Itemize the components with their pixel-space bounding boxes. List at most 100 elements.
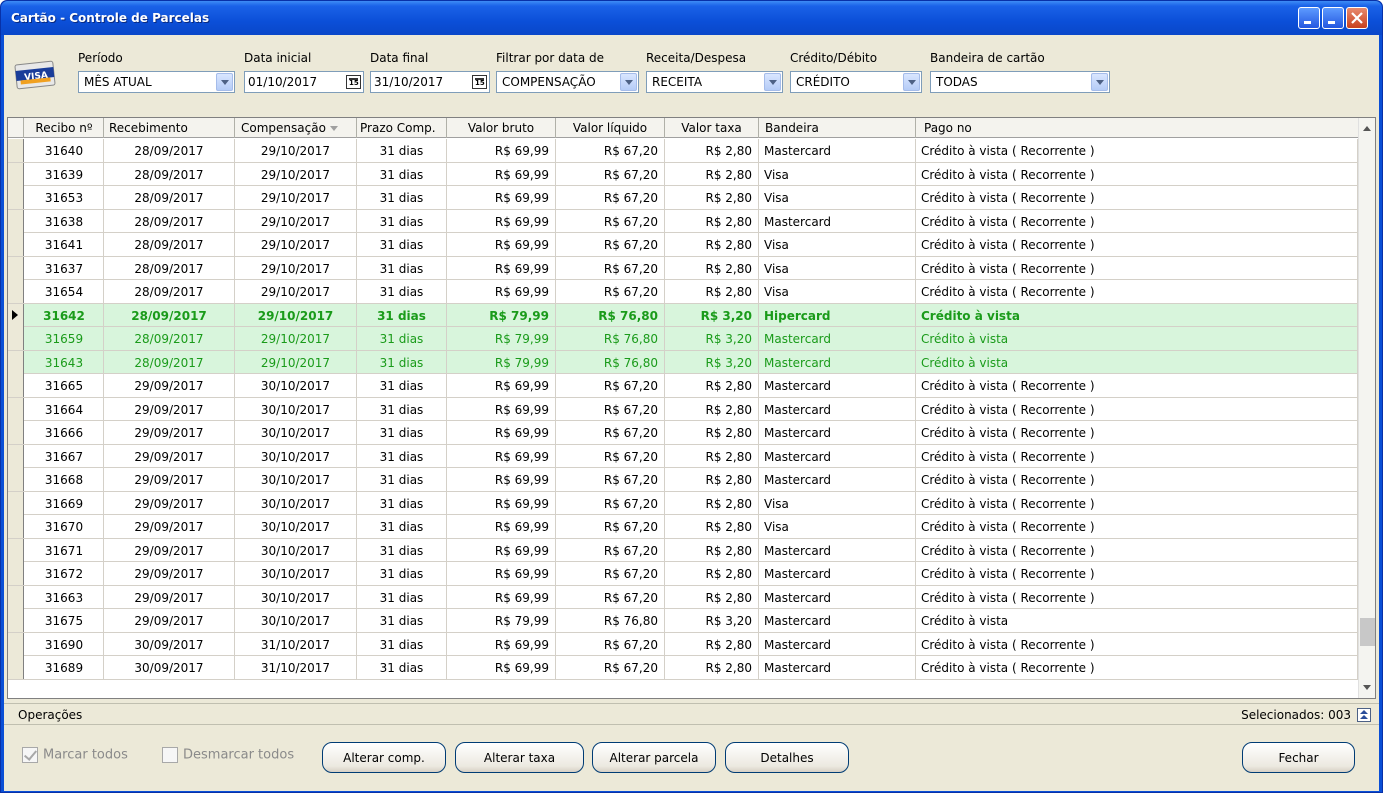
chevron-down-icon[interactable] bbox=[903, 73, 920, 91]
row-indicator[interactable] bbox=[8, 515, 24, 538]
table-row[interactable]: 31666 29/09/2017 30/10/2017 31 dias R$ 69,99… bbox=[8, 421, 1358, 445]
table-row[interactable]: 31670 29/09/2017 30/10/2017 31 dias R$ 69,99… bbox=[8, 515, 1358, 539]
table-row[interactable]: 31659 28/09/2017 29/10/2017 31 dias R$ 79,99… bbox=[8, 327, 1358, 351]
scroll-thumb[interactable] bbox=[1360, 618, 1375, 646]
col-recibo[interactable]: Recibo nº bbox=[25, 118, 104, 138]
row-indicator[interactable] bbox=[8, 585, 24, 609]
cell-receb: 30/09/2017 bbox=[104, 656, 235, 679]
col-valor-taxa[interactable]: Valor taxa bbox=[665, 118, 759, 138]
chevron-down-icon[interactable] bbox=[764, 73, 781, 91]
row-indicator[interactable] bbox=[8, 562, 24, 585]
row-indicator[interactable] bbox=[8, 609, 24, 632]
row-indicator[interactable] bbox=[8, 209, 24, 233]
current-row-arrow-icon[interactable] bbox=[8, 303, 24, 327]
window-title: Cartão - Controle de Parcelas bbox=[11, 11, 210, 25]
table-row[interactable]: 31690 30/09/2017 31/10/2017 31 dias R$ 69,99… bbox=[8, 632, 1358, 656]
maximize-button[interactable] bbox=[1322, 7, 1344, 29]
detalhes-button[interactable]: Detalhes bbox=[725, 742, 849, 773]
row-indicator[interactable] bbox=[8, 468, 24, 491]
cell-recibo: 31665 bbox=[25, 374, 104, 397]
checkbox-unchecked-icon bbox=[162, 747, 178, 763]
table-row[interactable]: 31663 29/09/2017 30/10/2017 31 dias R$ 69,99… bbox=[8, 585, 1358, 609]
col-compensacao-label: Compensação bbox=[241, 121, 326, 135]
table-row[interactable]: 31637 28/09/2017 29/10/2017 31 dias R$ 69,99… bbox=[8, 256, 1358, 280]
bandeira-select[interactable]: TODAS bbox=[930, 71, 1110, 93]
data-inicial-field[interactable]: 01/10/2017 bbox=[244, 71, 364, 93]
desmarcar-todos-checkbox[interactable]: Desmarcar todos bbox=[162, 747, 294, 763]
row-indicator[interactable] bbox=[8, 162, 24, 186]
row-indicator[interactable] bbox=[8, 280, 24, 303]
col-compensacao[interactable]: Compensação bbox=[235, 118, 357, 138]
close-icon bbox=[1351, 12, 1363, 24]
cell-liquido: R$ 67,20 bbox=[556, 186, 665, 209]
table-row[interactable]: 31667 29/09/2017 30/10/2017 31 dias R$ 69,99… bbox=[8, 444, 1358, 468]
table-row[interactable]: 31672 29/09/2017 30/10/2017 31 dias R$ 69,99… bbox=[8, 562, 1358, 586]
table-row[interactable]: 31669 29/09/2017 30/10/2017 31 dias R$ 69,99… bbox=[8, 491, 1358, 515]
vertical-scrollbar[interactable] bbox=[1358, 118, 1375, 698]
collapse-up-icon[interactable] bbox=[1357, 708, 1371, 722]
table-row[interactable]: 31665 29/09/2017 30/10/2017 31 dias R$ 69,99… bbox=[8, 374, 1358, 398]
filtrar-por-select[interactable]: COMPENSAÇÃO bbox=[496, 71, 639, 93]
minimize-button[interactable] bbox=[1298, 7, 1320, 29]
table-row[interactable]: 31641 28/09/2017 29/10/2017 31 dias R$ 69,99… bbox=[8, 233, 1358, 257]
col-prazo[interactable]: Prazo Comp. bbox=[357, 118, 447, 138]
cell-pago: Crédito à vista ( Recorrente ) bbox=[916, 656, 1358, 679]
chevron-down-icon[interactable] bbox=[1091, 73, 1108, 91]
cell-pago: Crédito à vista ( Recorrente ) bbox=[916, 491, 1358, 515]
fechar-button[interactable]: Fechar bbox=[1242, 742, 1355, 773]
row-indicator[interactable] bbox=[8, 491, 24, 515]
table-row[interactable]: 31638 28/09/2017 29/10/2017 31 dias R$ 69,99… bbox=[8, 209, 1358, 233]
scroll-down-icon[interactable] bbox=[1359, 679, 1375, 696]
cell-liquido: R$ 67,20 bbox=[556, 538, 665, 562]
table-row[interactable]: 31642 28/09/2017 29/10/2017 31 dias R$ 79,99… bbox=[8, 303, 1358, 327]
periodo-select[interactable]: MÊS ATUAL bbox=[78, 71, 235, 93]
cell-taxa: R$ 3,20 bbox=[665, 350, 759, 374]
col-bandeira[interactable]: Bandeira bbox=[759, 118, 916, 138]
row-indicator[interactable] bbox=[8, 632, 24, 656]
alterar-taxa-button[interactable]: Alterar taxa bbox=[455, 742, 584, 773]
col-valor-bruto[interactable]: Valor bruto bbox=[447, 118, 556, 138]
cell-taxa: R$ 2,80 bbox=[665, 656, 759, 679]
row-indicator[interactable] bbox=[8, 397, 24, 421]
col-recebimento[interactable]: Recebimento bbox=[104, 118, 235, 138]
row-indicator[interactable] bbox=[8, 538, 24, 562]
table-row[interactable]: 31664 29/09/2017 30/10/2017 31 dias R$ 69,99… bbox=[8, 397, 1358, 421]
title-bar[interactable]: Cartão - Controle de Parcelas bbox=[1, 1, 1382, 35]
data-final-field[interactable]: 31/10/2017 bbox=[370, 71, 490, 93]
credito-debito-select[interactable]: CRÉDITO bbox=[790, 71, 922, 93]
table-row[interactable]: 31653 28/09/2017 29/10/2017 31 dias R$ 69,99… bbox=[8, 186, 1358, 210]
calendar-icon[interactable] bbox=[346, 75, 361, 89]
row-indicator[interactable] bbox=[8, 256, 24, 280]
table-row[interactable]: 31671 29/09/2017 30/10/2017 31 dias R$ 69,99… bbox=[8, 538, 1358, 562]
row-indicator[interactable] bbox=[8, 350, 24, 374]
row-indicator[interactable] bbox=[8, 233, 24, 256]
table-row[interactable]: 31668 29/09/2017 30/10/2017 31 dias R$ 69,99… bbox=[8, 468, 1358, 492]
row-indicator[interactable] bbox=[8, 656, 24, 679]
cell-recibo: 31663 bbox=[25, 585, 104, 609]
table-row[interactable]: 31640 28/09/2017 29/10/2017 31 dias R$ 69,99… bbox=[8, 139, 1358, 163]
scroll-up-icon[interactable] bbox=[1359, 120, 1375, 137]
table-row[interactable]: 31643 28/09/2017 29/10/2017 31 dias R$ 79,99… bbox=[8, 350, 1358, 374]
receita-despesa-select[interactable]: RECEITA bbox=[646, 71, 783, 93]
table-row[interactable]: 31639 28/09/2017 29/10/2017 31 dias R$ 69,99… bbox=[8, 162, 1358, 186]
col-valor-liquido[interactable]: Valor líquido bbox=[556, 118, 665, 138]
chevron-down-icon[interactable] bbox=[216, 73, 233, 91]
table-row[interactable]: 31675 29/09/2017 30/10/2017 31 dias R$ 79,99… bbox=[8, 609, 1358, 633]
calendar-icon[interactable] bbox=[472, 75, 487, 89]
row-indicator[interactable] bbox=[8, 139, 24, 162]
cell-taxa: R$ 2,80 bbox=[665, 421, 759, 444]
row-indicator[interactable] bbox=[8, 186, 24, 209]
table-row[interactable]: 31689 30/09/2017 31/10/2017 31 dias R$ 69,99… bbox=[8, 656, 1358, 680]
row-indicator[interactable] bbox=[8, 421, 24, 444]
table-row[interactable]: 31654 28/09/2017 29/10/2017 31 dias R$ 69,99… bbox=[8, 280, 1358, 304]
row-indicator[interactable] bbox=[8, 374, 24, 397]
parcelas-grid[interactable]: Recibo nº Recebimento Compensação Prazo … bbox=[7, 117, 1376, 699]
alterar-parcela-button[interactable]: Alterar parcela bbox=[592, 742, 716, 773]
col-pago-no[interactable]: Pago no bbox=[916, 118, 1358, 138]
row-indicator[interactable] bbox=[8, 444, 24, 468]
row-indicator[interactable] bbox=[8, 327, 24, 350]
alterar-comp-button[interactable]: Alterar comp. bbox=[322, 742, 446, 773]
chevron-down-icon[interactable] bbox=[620, 73, 637, 91]
marcar-todos-checkbox[interactable]: Marcar todos bbox=[22, 747, 128, 763]
close-button[interactable] bbox=[1346, 7, 1368, 29]
